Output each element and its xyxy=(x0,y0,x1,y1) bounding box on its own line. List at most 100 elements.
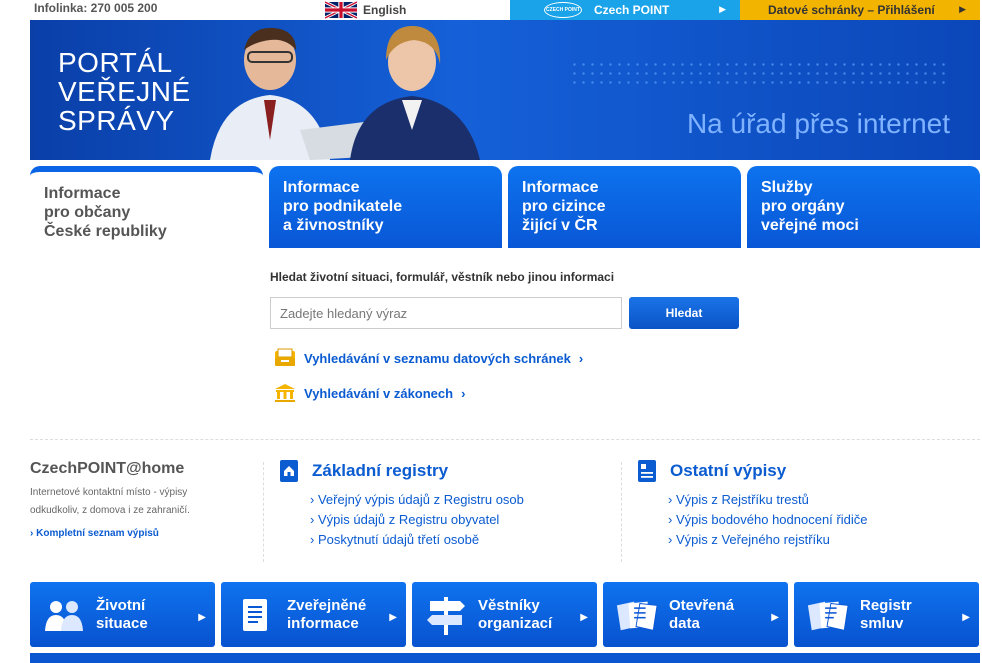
kompletni-seznam-vypisu-link[interactable]: › Kompletní seznam výpisů xyxy=(30,528,250,539)
zakladni-registry-list: › Veřejný výpis údajů z Registru osob › … xyxy=(310,490,610,550)
tab-organy-verejne-moci[interactable]: Služby pro orgány veřejné moci xyxy=(747,166,980,248)
button-label-line: situace xyxy=(96,614,148,632)
english-label: English xyxy=(363,3,407,17)
signpost-icon xyxy=(424,595,468,635)
button-label: Otevřená data xyxy=(669,597,734,633)
tab-label: pro občany xyxy=(44,204,131,221)
button-label: Zveřejněné informace xyxy=(287,597,366,633)
button-label-line: Zveřejněné xyxy=(287,596,367,614)
tab-label: České republiky xyxy=(44,223,167,240)
button-label-line: Otevřená xyxy=(669,596,735,614)
czechpoint-button[interactable]: CZECH POINT Czech POINT ▶ xyxy=(510,0,740,20)
column-separator xyxy=(263,462,264,562)
czechpoint-logo-icon: CZECH POINT xyxy=(544,2,582,18)
column-separator xyxy=(621,462,622,562)
registry-link-label: Veřejný výpis údajů z Registru osob xyxy=(317,492,524,507)
tab-podnikatele[interactable]: Informace pro podnikatele a živnostníky xyxy=(269,166,502,248)
button-label-line: data xyxy=(669,614,700,632)
triangle-right-icon: ▶ xyxy=(771,612,779,623)
portal-title-line: VEŘEJNÉ xyxy=(58,76,191,107)
search-input[interactable] xyxy=(270,297,622,329)
bottom-navigation: Životní situace ▶ Zveřejněné informace ▶ xyxy=(30,582,980,647)
portal-title-line: SPRÁVY xyxy=(58,105,175,136)
search-button[interactable]: Hledat xyxy=(629,297,739,329)
button-label: Registr smluv xyxy=(860,597,912,633)
people-icon xyxy=(42,597,86,633)
quick-link-label: Vyhledávání v seznamu datových schránek xyxy=(304,350,571,366)
tab-label: žijící v ČR xyxy=(522,217,598,234)
inbox-icon xyxy=(275,348,295,366)
registry-link[interactable]: › Výpis údajů z Registru obyvatel xyxy=(310,510,610,530)
registry-house-icon xyxy=(280,460,298,482)
tab-label: pro orgány xyxy=(761,198,845,215)
triangle-right-icon: ▶ xyxy=(719,4,726,14)
triangle-right-icon: ▶ xyxy=(389,612,397,623)
search-label: Hledat životní situaci, formulář, věstní… xyxy=(270,270,615,284)
portal-title: PORTÁL VEŘEJNÉ SPRÁVY xyxy=(58,48,191,135)
ostatni-vypisy-section: Ostatní výpisy › Výpis z Rejstříku trest… xyxy=(638,460,968,550)
button-label-line: organizací xyxy=(478,614,553,632)
banner-dot-pattern xyxy=(570,60,950,90)
vypis-link[interactable]: › Výpis z Rejstříku trestů xyxy=(668,490,968,510)
document-list-icon xyxy=(638,460,656,482)
tab-label: Informace xyxy=(522,179,599,196)
vypis-link[interactable]: › Výpis z Veřejného rejstříku xyxy=(668,530,968,550)
chevron-right-icon: › xyxy=(578,350,584,366)
quick-link-label: Vyhledávání v zákonech xyxy=(304,385,454,401)
tab-label: Informace xyxy=(44,185,121,202)
registry-link[interactable]: › Veřejný výpis údajů z Registru osob xyxy=(310,490,610,510)
vypis-link[interactable]: › Výpis bodového hodnocení řidiče xyxy=(668,510,968,530)
registry-link-label: Poskytnutí údajů třetí osobě xyxy=(317,532,480,547)
datove-schranky-search-link[interactable]: Vyhledávání v seznamu datových schránek … xyxy=(274,348,583,368)
tab-label: Služby xyxy=(761,179,813,196)
search-section: Hledat životní situaci, formulář, věstní… xyxy=(270,270,750,402)
triangle-right-icon: ▶ xyxy=(198,612,206,623)
zakladni-registry-title: Základní registry xyxy=(280,460,610,482)
czechpoint-home-section: CzechPOINT@home Internetové kontaktní mí… xyxy=(30,460,250,539)
zivotni-situace-button[interactable]: Životní situace ▶ xyxy=(30,582,215,647)
datove-schranky-label: Datové schránky – Přihlášení xyxy=(768,3,935,17)
otevrena-data-button[interactable]: Otevřená data ▶ xyxy=(603,582,788,647)
triangle-right-icon: ▶ xyxy=(959,4,966,14)
zverejnene-informace-button[interactable]: Zveřejněné informace ▶ xyxy=(221,582,406,647)
tab-obcane[interactable]: Informace pro občany České republiky xyxy=(30,166,263,248)
section-divider xyxy=(30,439,980,440)
portal-page: Infolinka: 270 005 200 English CZECH POI… xyxy=(30,0,980,663)
infolinka-text: Infolinka: 270 005 200 xyxy=(34,1,158,15)
tab-label: veřejné moci xyxy=(761,217,859,234)
vestniky-organizaci-button[interactable]: Věstníky organizací ▶ xyxy=(412,582,597,647)
people-photo-illustration xyxy=(210,25,480,160)
vypis-link-label: Výpis z Rejstříku trestů xyxy=(675,492,809,507)
button-label: Životní situace xyxy=(96,597,148,633)
uk-flag-icon xyxy=(325,1,357,19)
button-label-line: Registr xyxy=(860,596,912,614)
button-label-line: Věstníky xyxy=(478,596,540,614)
portal-title-line: PORTÁL xyxy=(58,47,173,78)
tab-label: pro cizince xyxy=(522,198,606,215)
zakladni-registry-section: Základní registry › Veřejný výpis údajů … xyxy=(280,460,610,550)
footer-strip xyxy=(30,653,980,663)
czechpoint-home-title: CzechPOINT@home xyxy=(30,460,185,477)
vypis-link-label: Výpis bodového hodnocení řidiče xyxy=(675,512,868,527)
tab-label: pro podnikatele xyxy=(283,198,403,215)
czechpoint-home-description: Internetové kontaktní místo - výpisy odk… xyxy=(30,487,190,516)
vypis-link-label: Výpis z Veřejného rejstříku xyxy=(675,532,830,547)
documents-icon xyxy=(615,597,659,633)
link-label: Kompletní seznam výpisů xyxy=(36,528,159,539)
registr-smluv-button[interactable]: Registr smluv ▶ xyxy=(794,582,979,647)
button-label: Věstníky organizací xyxy=(478,597,552,633)
czechpoint-label: Czech POINT xyxy=(594,3,670,17)
banner-slogan: Na úřad přes internet xyxy=(686,108,950,139)
contracts-icon xyxy=(806,597,850,633)
zakony-search-link[interactable]: Vyhledávání v zákonech › xyxy=(274,383,465,403)
registry-link[interactable]: › Poskytnutí údajů třetí osobě xyxy=(310,530,610,550)
triangle-right-icon: ▶ xyxy=(962,612,970,623)
document-icon xyxy=(233,597,277,633)
tab-label: a živnostníky xyxy=(283,217,384,234)
tab-cizinci[interactable]: Informace pro cizince žijící v ČR xyxy=(508,166,741,248)
datove-schranky-login-button[interactable]: Datové schránky – Přihlášení ▶ xyxy=(740,0,980,20)
button-label-line: Životní xyxy=(96,596,146,614)
english-language-link[interactable]: English xyxy=(325,0,406,20)
hero-banner: PORTÁL VEŘEJNÉ SPRÁVY Na úřad přes inter… xyxy=(30,20,980,160)
category-tabs: Informace pro občany České republiky Inf… xyxy=(30,166,980,248)
